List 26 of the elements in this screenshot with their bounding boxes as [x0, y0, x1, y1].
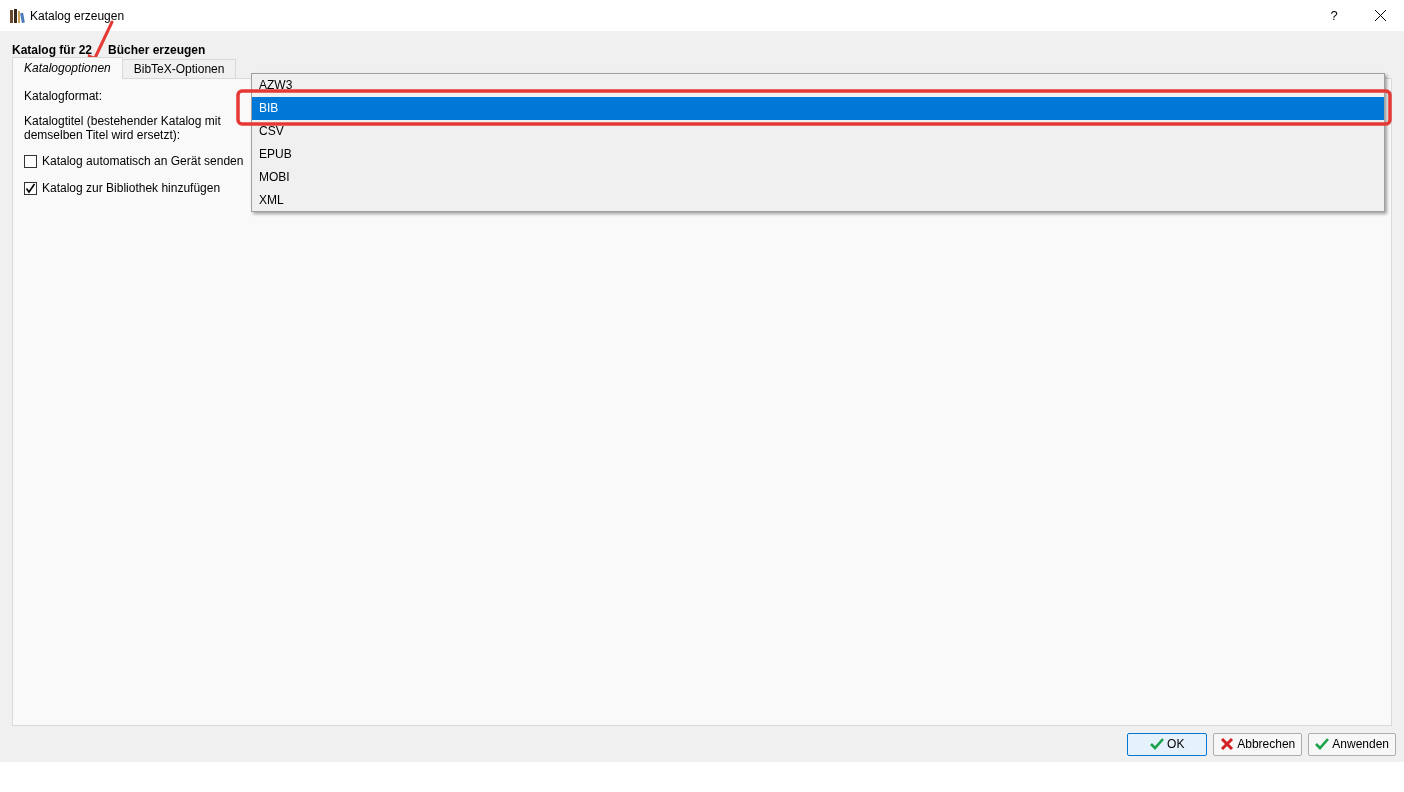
check-icon [1315, 737, 1330, 751]
checkbox-label[interactable]: Katalog automatisch an Gerät senden [42, 152, 244, 170]
dropdown-option[interactable]: CSV [252, 120, 1384, 143]
books-icon [9, 7, 25, 24]
field-label: Katalogformat: [24, 89, 104, 103]
dropdown-option[interactable]: AZW3 [252, 74, 1384, 97]
checkbox-label[interactable]: Katalog zur Bibliothek hinzufügen [42, 179, 221, 197]
window-title: Katalog erzeugen [30, 7, 125, 25]
help-button[interactable]: ? [1311, 5, 1357, 26]
heading-text: Katalog für 22 [12, 41, 92, 59]
tab[interactable]: Katalogoptionen [12, 57, 123, 79]
dialog-button[interactable]: Abbrechen [1213, 732, 1303, 756]
dialog-button[interactable]: Anwenden [1308, 732, 1396, 756]
dialog-button[interactable]: OK [1127, 732, 1208, 756]
tab[interactable]: BibTeX-Optionen [122, 59, 237, 78]
field-label: Katalogtitel (bestehender Katalog mit demselben Titel wird ersetzt): [24, 114, 222, 142]
dropdown-option[interactable]: EPUB [252, 143, 1384, 166]
checkbox[interactable] [24, 154, 37, 168]
dropdown-option[interactable]: MOBI [252, 166, 1384, 189]
dropdown-option[interactable]: XML [252, 189, 1384, 212]
check-icon [1150, 737, 1165, 751]
checkbox[interactable] [24, 181, 37, 195]
close-icon[interactable] [1375, 10, 1386, 21]
heading-text: Bücher erzeugen [108, 41, 206, 59]
dropdown-option[interactable]: BIB [252, 97, 1384, 120]
cross-icon [1220, 737, 1235, 751]
